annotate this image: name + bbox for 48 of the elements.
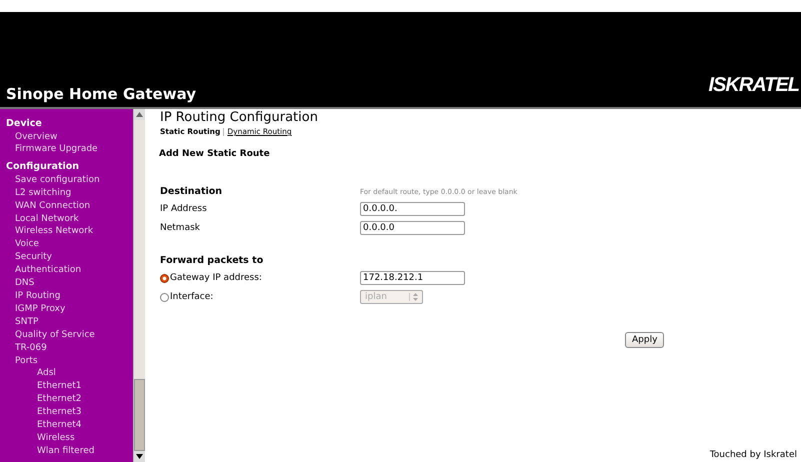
menu-link[interactable]: Firmware Upgrade	[6, 143, 133, 156]
option-label: Gateway IP address:	[170, 273, 262, 283]
field-label: IP Address	[160, 204, 208, 214]
menu-link[interactable]: TR-069	[6, 342, 133, 354]
menu-link[interactable]: Ethernet3	[6, 406, 133, 420]
menu-link[interactable]: Ethernet4	[6, 419, 133, 432]
input-field[interactable]: 172.18.212.1	[360, 271, 465, 285]
menu-link[interactable]: Save configuration	[6, 174, 133, 187]
menu-link[interactable]: Voice	[6, 238, 133, 252]
radio-button[interactable]	[160, 274, 169, 282]
menu-link[interactable]: Overview	[6, 130, 133, 144]
group-heading: Destination	[160, 186, 224, 197]
page-title: IP Routing Configuration	[160, 110, 319, 125]
group-heading: Forward packets to	[160, 255, 264, 266]
scrollbar[interactable]	[133, 109, 145, 462]
menu-section-heading: Device	[6, 118, 43, 130]
menu-link[interactable]: Ethernet1	[6, 380, 133, 394]
radio-button[interactable]	[160, 292, 169, 302]
menu-link[interactable]: Adsl	[6, 367, 133, 380]
apply-button[interactable]: Apply	[625, 332, 664, 348]
menu-link[interactable]: IP Routing	[6, 290, 133, 303]
menu-link[interactable]: Local Network	[6, 212, 133, 226]
menu-link[interactable]: Security	[6, 251, 133, 264]
section-title: Add New Static Route	[159, 149, 271, 159]
menu-link[interactable]: Wireless	[6, 432, 133, 445]
menu-link[interactable]: SNTP	[6, 316, 133, 329]
menu-link[interactable]: DNS	[6, 277, 133, 290]
menu-link[interactable]: Quality of Service	[6, 328, 133, 342]
menu-link[interactable]: Authentication	[6, 264, 133, 278]
menu-link[interactable]: IGMP Proxy	[6, 302, 133, 316]
scroll-up-icon[interactable]	[134, 109, 145, 120]
footer-text: Touched by Iskratel	[710, 450, 797, 460]
input-field[interactable]: 0.0.0.0	[360, 221, 465, 235]
scroll-thumb[interactable]	[134, 379, 145, 451]
menu-link[interactable]: Wlan filtered	[6, 444, 133, 458]
menu-link[interactable]: Wireless Network	[6, 225, 133, 238]
site-title: Sinope Home Gateway	[6, 85, 196, 103]
menu-section-heading: Configuration	[6, 161, 80, 174]
field-label: Netmask	[160, 223, 201, 233]
input-field[interactable]: 0.0.0.0.	[360, 202, 465, 216]
menu-link[interactable]: WAN Connection	[6, 200, 133, 213]
scroll-down-icon[interactable]	[134, 451, 145, 462]
menu-link[interactable]: Ports	[6, 354, 133, 368]
menu-link[interactable]: Ethernet2	[6, 393, 133, 406]
option-label: Interface:	[170, 292, 214, 302]
brand-logo: ISKRATEL	[708, 74, 799, 97]
menu-link[interactable]: L2 switching	[6, 186, 133, 200]
spinner-arrows-icon	[409, 293, 418, 301]
